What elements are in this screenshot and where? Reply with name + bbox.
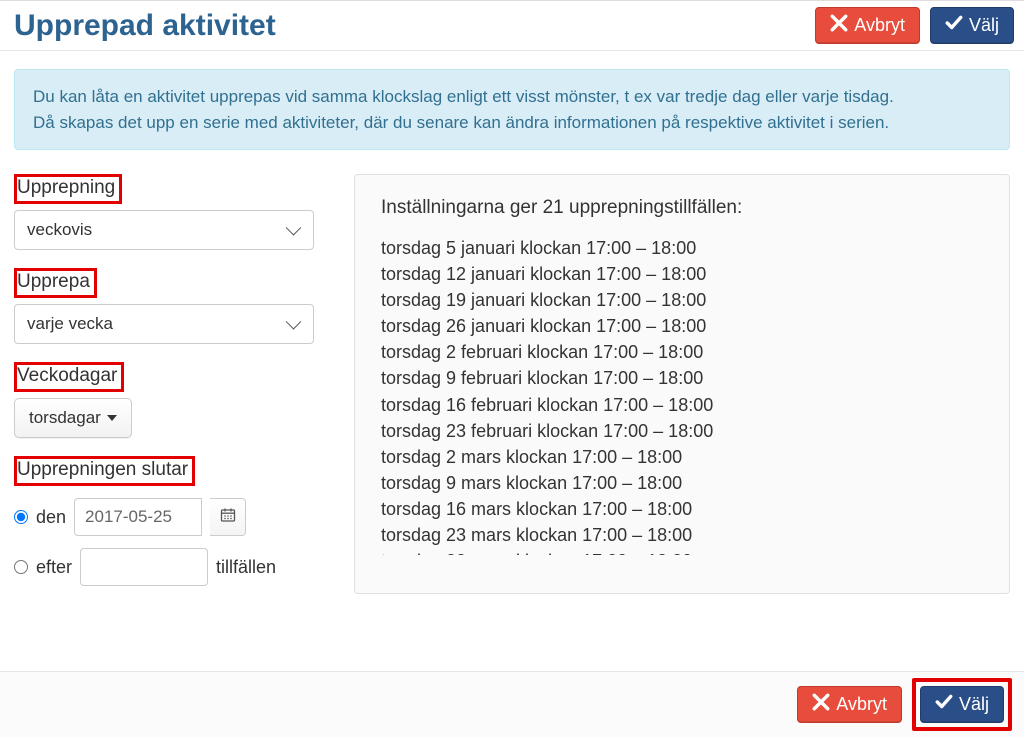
caret-down-icon (107, 415, 117, 421)
select-button-footer-label: Välj (959, 694, 989, 715)
end-date-input[interactable]: 2017-05-25 (74, 498, 202, 536)
header-actions: Avbryt Välj (815, 7, 1014, 44)
ends-after-row: efter tillfällen (14, 548, 314, 586)
select-button[interactable]: Välj (930, 7, 1014, 44)
ends-after-label: efter (36, 557, 72, 578)
check-icon (945, 14, 963, 37)
preview-panel: Inställningarna ger 21 upprepningstillfä… (354, 174, 1010, 594)
form-column: Upprepning veckovis Upprepa varje vecka … (14, 174, 314, 604)
info-line-2: Då skapas det upp en serie med aktivitet… (33, 110, 991, 136)
ends-after-suffix: tillfällen (216, 557, 276, 578)
occurrence-line: torsdag 19 januari klockan 17:00 – 18:00 (381, 287, 979, 313)
occurrence-line: torsdag 23 mars klockan 17:00 – 18:00 (381, 522, 979, 548)
occurrence-line: torsdag 2 mars klockan 17:00 – 18:00 (381, 444, 979, 470)
ends-on-label: den (36, 507, 66, 528)
page-title: Upprepad aktivitet (10, 9, 276, 43)
occurrence-line: torsdag 12 januari klockan 17:00 – 18:00 (381, 261, 979, 287)
weekdays-dropdown[interactable]: torsdagar (14, 398, 132, 438)
select-button-footer[interactable]: Välj (920, 686, 1004, 723)
info-line-1: Du kan låta en aktivitet upprepas vid sa… (33, 84, 991, 110)
info-alert: Du kan låta en aktivitet upprepas vid sa… (14, 69, 1010, 150)
highlight-frame: Välj (912, 678, 1012, 731)
divider (0, 50, 1024, 51)
preview-title: Inställningarna ger 21 upprepningstillfä… (381, 197, 983, 219)
occurrence-line: torsdag 16 februari klockan 17:00 – 18:0… (381, 392, 979, 418)
dialog-body: Du kan låta en aktivitet upprepas vid sa… (0, 69, 1024, 671)
cancel-button[interactable]: Avbryt (815, 7, 920, 44)
date-picker-button[interactable] (210, 498, 246, 536)
occurrences-list[interactable]: torsdag 5 januari klockan 17:00 – 18:00t… (381, 235, 983, 555)
occurrence-line: torsdag 23 februari klockan 17:00 – 18:0… (381, 418, 979, 444)
preview-column: Inställningarna ger 21 upprepningstillfä… (354, 174, 1010, 604)
ends-on-row: den 2017-05-25 (14, 498, 314, 536)
repetition-label: Upprepning (14, 174, 122, 204)
occurrence-line: torsdag 9 mars klockan 17:00 – 18:00 (381, 470, 979, 496)
check-icon (935, 693, 953, 716)
repeat-select[interactable]: varje vecka (14, 304, 314, 344)
ends-after-input[interactable] (80, 548, 208, 586)
occurrence-line: torsdag 2 februari klockan 17:00 – 18:00 (381, 339, 979, 365)
calendar-icon (220, 507, 236, 528)
occurrence-line: torsdag 26 januari klockan 17:00 – 18:00 (381, 313, 979, 339)
weekdays-label: Veckodagar (14, 362, 124, 392)
ends-after-radio[interactable] (14, 560, 28, 574)
close-icon (812, 693, 830, 716)
occurrence-line: torsdag 5 januari klockan 17:00 – 18:00 (381, 235, 979, 261)
ends-label: Upprepningen slutar (14, 456, 195, 486)
repetition-select[interactable]: veckovis (14, 210, 314, 250)
ends-on-radio[interactable] (14, 510, 28, 524)
repetition-value: veckovis (27, 220, 92, 240)
occurrence-line: torsdag 30 mars klockan 17:00 – 18:00 (381, 548, 979, 555)
cancel-button-label: Avbryt (854, 15, 905, 36)
cancel-button-footer-label: Avbryt (836, 694, 887, 715)
weekdays-value: torsdagar (29, 408, 101, 428)
dialog-header: Upprepad aktivitet Avbryt Välj (0, 0, 1024, 48)
repeat-value: varje vecka (27, 314, 113, 334)
select-button-label: Välj (969, 15, 999, 36)
close-icon (830, 14, 848, 37)
occurrence-line: torsdag 16 mars klockan 17:00 – 18:00 (381, 496, 979, 522)
occurrence-line: torsdag 9 februari klockan 17:00 – 18:00 (381, 365, 979, 391)
dialog-footer: Avbryt Välj (0, 671, 1024, 737)
cancel-button-footer[interactable]: Avbryt (797, 686, 902, 723)
repeat-label: Upprepa (14, 268, 97, 298)
